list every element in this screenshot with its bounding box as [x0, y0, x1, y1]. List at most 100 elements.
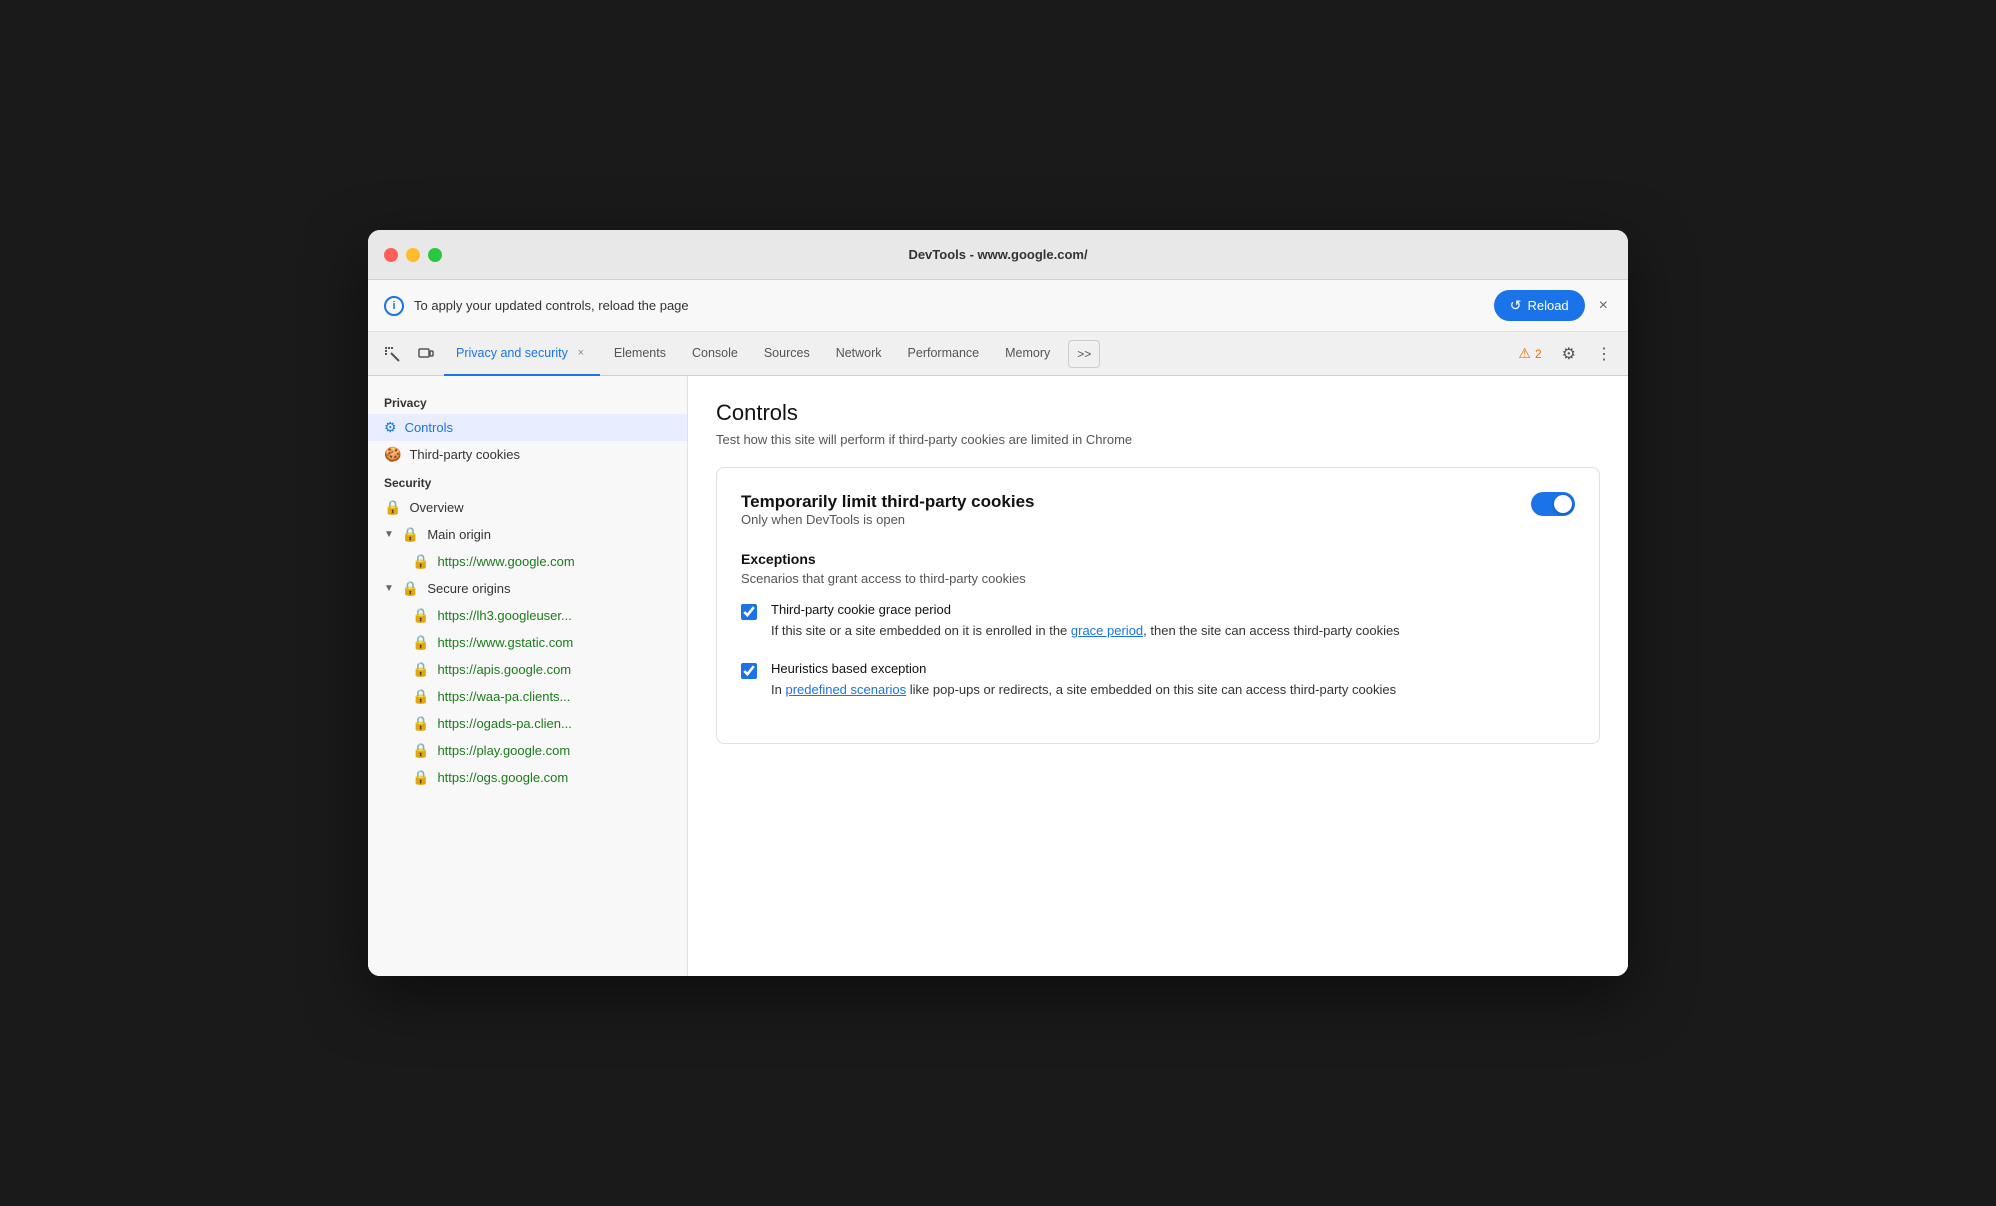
sidebar-main-origin-label: Main origin — [427, 527, 491, 542]
heuristics-content: Heuristics based exception In predefined… — [771, 661, 1396, 700]
grace-period-content: Third-party cookie grace period If this … — [771, 602, 1400, 641]
tab-privacy-security-label: Privacy and security — [456, 346, 568, 360]
secure-origin-5-lock-icon: 🔒 — [412, 742, 429, 759]
close-window-button[interactable] — [384, 248, 398, 262]
sidebar-item-secure-origin-2[interactable]: 🔒 https://apis.google.com — [368, 656, 687, 683]
toolbar-right: ⚠ 2 ⚙ ⋮ — [1510, 338, 1620, 370]
grace-period-desc: If this site or a site embedded on it is… — [771, 621, 1400, 641]
warning-badge[interactable]: ⚠ 2 — [1510, 341, 1549, 366]
inspect-icon — [384, 346, 400, 362]
tab-console[interactable]: Console — [680, 332, 750, 376]
sidebar-item-secure-origin-1[interactable]: 🔒 https://www.gstatic.com — [368, 629, 687, 656]
tab-privacy-security-close[interactable]: × — [574, 346, 588, 360]
sidebar-item-controls[interactable]: ⚙ Controls — [368, 414, 687, 441]
sidebar-item-main-origin-row[interactable]: ▼ 🔒 Main origin — [368, 521, 687, 548]
limit-cookies-toggle[interactable] — [1531, 492, 1575, 516]
inspect-element-button[interactable] — [376, 340, 408, 368]
page-subtitle: Test how this site will perform if third… — [716, 432, 1600, 447]
tab-sources-label: Sources — [764, 346, 810, 360]
sidebar-controls-label: Controls — [405, 420, 453, 435]
notification-text: To apply your updated controls, reload t… — [414, 298, 1484, 313]
sidebar-secure-origin-2-url: https://apis.google.com — [437, 662, 571, 677]
notification-bar: i To apply your updated controls, reload… — [368, 280, 1628, 332]
secure-origins-lock-icon: 🔒 — [402, 580, 419, 597]
sidebar-secure-origin-5-url: https://play.google.com — [437, 743, 570, 758]
page-title: Controls — [716, 400, 1600, 426]
toggle-thumb — [1554, 495, 1572, 513]
device-toolbar-button[interactable] — [410, 340, 442, 368]
main-content: Controls Test how this site will perform… — [688, 376, 1628, 976]
fullscreen-window-button[interactable] — [428, 248, 442, 262]
device-icon — [418, 346, 434, 362]
heuristics-checkbox-wrapper[interactable] — [741, 663, 757, 700]
sidebar-item-secure-origin-5[interactable]: 🔒 https://play.google.com — [368, 737, 687, 764]
sidebar-secure-origin-6-url: https://ogs.google.com — [437, 770, 568, 785]
sidebar-item-main-origin-url[interactable]: 🔒 https://www.google.com — [368, 548, 687, 575]
sidebar: Privacy ⚙ Controls 🍪 Third-party cookies… — [368, 376, 688, 976]
tab-sources[interactable]: Sources — [752, 332, 822, 376]
reload-icon: ↺ — [1510, 297, 1522, 314]
sidebar-item-secure-origin-6[interactable]: 🔒 https://ogs.google.com — [368, 764, 687, 791]
content-area: Privacy ⚙ Controls 🍪 Third-party cookies… — [368, 376, 1628, 976]
reload-label: Reload — [1527, 298, 1568, 313]
notification-close-button[interactable]: × — [1595, 293, 1612, 319]
more-options-icon: ⋮ — [1596, 344, 1612, 364]
sidebar-item-secure-origin-4[interactable]: 🔒 https://ogads-pa.clien... — [368, 710, 687, 737]
window-title: DevTools - www.google.com/ — [908, 247, 1087, 262]
secure-origin-4-lock-icon: 🔒 — [412, 715, 429, 732]
sidebar-secure-origin-4-url: https://ogads-pa.clien... — [437, 716, 571, 731]
sidebar-main-origin-url: https://www.google.com — [437, 554, 574, 569]
tab-network-label: Network — [836, 346, 882, 360]
cookies-icon: 🍪 — [384, 446, 401, 463]
sidebar-item-third-party-cookies[interactable]: 🍪 Third-party cookies — [368, 441, 687, 468]
heuristics-desc: In predefined scenarios like pop-ups or … — [771, 680, 1396, 700]
settings-button[interactable]: ⚙ — [1554, 338, 1584, 370]
secure-origin-1-lock-icon: 🔒 — [412, 634, 429, 651]
tab-memory-label: Memory — [1005, 346, 1050, 360]
sidebar-secure-origin-0-url: https://lh3.googleuser... — [437, 608, 571, 623]
reload-button[interactable]: ↺ Reload — [1494, 290, 1585, 321]
exception-grace-period: Third-party cookie grace period If this … — [741, 602, 1575, 641]
controls-gear-icon: ⚙ — [384, 419, 397, 436]
grace-period-link[interactable]: grace period — [1071, 623, 1143, 638]
tab-elements-label: Elements — [614, 346, 666, 360]
main-origin-url-lock-icon: 🔒 — [412, 553, 429, 570]
devtools-window: DevTools - www.google.com/ i To apply yo… — [368, 230, 1628, 976]
tab-network[interactable]: Network — [824, 332, 894, 376]
grace-period-title: Third-party cookie grace period — [771, 602, 1400, 617]
more-tabs-button[interactable]: >> — [1068, 340, 1100, 368]
sidebar-secure-origin-3-url: https://waa-pa.clients... — [437, 689, 570, 704]
minimize-window-button[interactable] — [406, 248, 420, 262]
tab-privacy-security[interactable]: Privacy and security × — [444, 332, 600, 376]
more-options-button[interactable]: ⋮ — [1588, 338, 1620, 370]
overview-lock-icon: 🔒 — [384, 499, 401, 516]
secure-origins-arrow-icon: ▼ — [384, 583, 394, 594]
sidebar-item-secure-origin-3[interactable]: 🔒 https://waa-pa.clients... — [368, 683, 687, 710]
toolbar: Privacy and security × Elements Console … — [368, 332, 1628, 376]
sidebar-item-secure-origins-row[interactable]: ▼ 🔒 Secure origins — [368, 575, 687, 602]
warning-count: 2 — [1535, 347, 1542, 361]
sidebar-secure-origin-1-url: https://www.gstatic.com — [437, 635, 573, 650]
tab-elements[interactable]: Elements — [602, 332, 678, 376]
card-title: Temporarily limit third-party cookies — [741, 492, 1034, 512]
traffic-lights — [384, 248, 442, 262]
sidebar-secure-origins-label: Secure origins — [427, 581, 510, 596]
heuristics-desc-before: In — [771, 682, 785, 697]
heuristics-desc-after: like pop-ups or redirects, a site embedd… — [906, 682, 1396, 697]
heuristics-checkbox[interactable] — [741, 663, 757, 679]
main-origin-arrow-icon: ▼ — [384, 529, 394, 540]
security-section-label: Security — [368, 468, 687, 494]
main-origin-lock-icon: 🔒 — [402, 526, 419, 543]
tab-performance[interactable]: Performance — [896, 332, 992, 376]
sidebar-item-overview[interactable]: 🔒 Overview — [368, 494, 687, 521]
exceptions-title: Exceptions — [741, 551, 1575, 567]
tab-memory[interactable]: Memory — [993, 332, 1062, 376]
grace-period-checkbox-wrapper[interactable] — [741, 604, 757, 641]
grace-period-checkbox[interactable] — [741, 604, 757, 620]
sidebar-item-secure-origin-0[interactable]: 🔒 https://lh3.googleuser... — [368, 602, 687, 629]
heuristics-link[interactable]: predefined scenarios — [785, 682, 906, 697]
secure-origin-0-lock-icon: 🔒 — [412, 607, 429, 624]
grace-period-desc-before: If this site or a site embedded on it is… — [771, 623, 1071, 638]
tab-performance-label: Performance — [908, 346, 980, 360]
tab-console-label: Console — [692, 346, 738, 360]
